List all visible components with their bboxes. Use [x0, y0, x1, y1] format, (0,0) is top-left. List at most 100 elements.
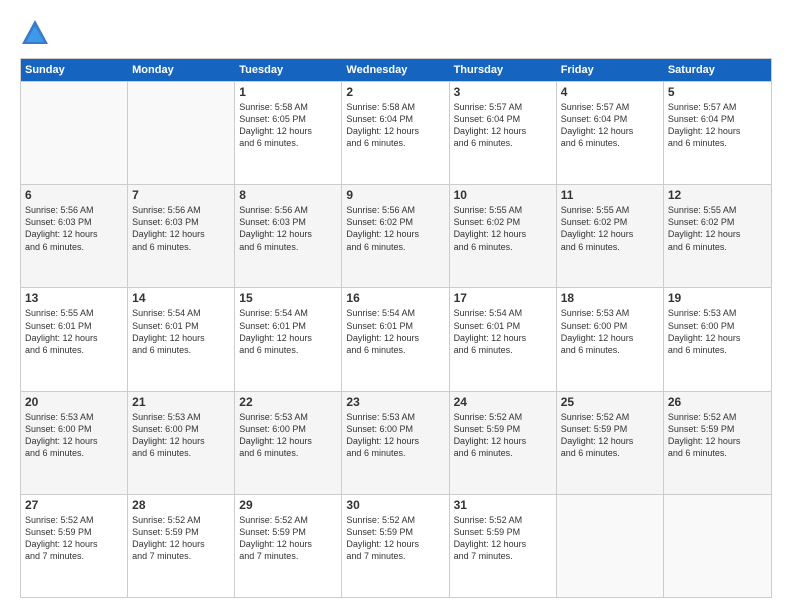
calendar-cell-day-12: 12 Sunrise: 5:55 AM Sunset: 6:02 PM Dayli…	[664, 185, 771, 287]
cell-info: Sunrise: 5:56 AM Sunset: 6:03 PM Dayligh…	[25, 204, 123, 253]
calendar-cell-day-31: 31 Sunrise: 5:52 AM Sunset: 5:59 PM Dayli…	[450, 495, 557, 597]
calendar-cell-empty	[128, 82, 235, 184]
calendar-cell-empty	[557, 495, 664, 597]
cell-day-number: 3	[454, 85, 552, 99]
cell-info: Sunrise: 5:57 AM Sunset: 6:04 PM Dayligh…	[561, 101, 659, 150]
calendar-cell-day-24: 24 Sunrise: 5:52 AM Sunset: 5:59 PM Dayli…	[450, 392, 557, 494]
calendar-cell-day-30: 30 Sunrise: 5:52 AM Sunset: 5:59 PM Dayli…	[342, 495, 449, 597]
cell-info: Sunrise: 5:54 AM Sunset: 6:01 PM Dayligh…	[132, 307, 230, 356]
cell-day-number: 28	[132, 498, 230, 512]
cell-day-number: 10	[454, 188, 552, 202]
cell-info: Sunrise: 5:52 AM Sunset: 5:59 PM Dayligh…	[239, 514, 337, 563]
cell-info: Sunrise: 5:53 AM Sunset: 6:00 PM Dayligh…	[25, 411, 123, 460]
header	[20, 18, 772, 48]
calendar-cell-day-22: 22Sunrise: 5:53 AM Sunset: 6:00 PM Dayli…	[235, 392, 342, 494]
logo-icon	[20, 18, 50, 48]
cell-day-number: 24	[454, 395, 552, 409]
cell-day-number: 21	[132, 395, 230, 409]
cell-day-number: 7	[132, 188, 230, 202]
calendar-cell-day-20: 20 Sunrise: 5:53 AM Sunset: 6:00 PM Dayli…	[21, 392, 128, 494]
cell-day-number: 9	[346, 188, 444, 202]
cell-info: Sunrise: 5:55 AM Sunset: 6:01 PM Dayligh…	[25, 307, 123, 356]
page: SundayMondayTuesdayWednesdayThursdayFrid…	[0, 0, 792, 612]
calendar-cell-day-27: 27Sunrise: 5:52 AM Sunset: 5:59 PM Dayli…	[21, 495, 128, 597]
cell-day-number: 30	[346, 498, 444, 512]
header-day-monday: Monday	[128, 59, 235, 81]
cell-info: Sunrise: 5:57 AM Sunset: 6:04 PM Dayligh…	[454, 101, 552, 150]
header-day-wednesday: Wednesday	[342, 59, 449, 81]
cell-info: Sunrise: 5:58 AM Sunset: 6:05 PM Dayligh…	[239, 101, 337, 150]
calendar-cell-day-26: 26Sunrise: 5:52 AM Sunset: 5:59 PM Dayli…	[664, 392, 771, 494]
cell-day-number: 19	[668, 291, 767, 305]
cell-day-number: 2	[346, 85, 444, 99]
cell-day-number: 13	[25, 291, 123, 305]
cell-info: Sunrise: 5:53 AM Sunset: 6:00 PM Dayligh…	[346, 411, 444, 460]
cell-info: Sunrise: 5:52 AM Sunset: 5:59 PM Dayligh…	[132, 514, 230, 563]
calendar-cell-day-3: 3 Sunrise: 5:57 AM Sunset: 6:04 PM Daylig…	[450, 82, 557, 184]
cell-info: Sunrise: 5:55 AM Sunset: 6:02 PM Dayligh…	[668, 204, 767, 253]
cell-day-number: 16	[346, 291, 444, 305]
cell-day-number: 31	[454, 498, 552, 512]
cell-info: Sunrise: 5:52 AM Sunset: 5:59 PM Dayligh…	[346, 514, 444, 563]
cell-day-number: 29	[239, 498, 337, 512]
cell-day-number: 8	[239, 188, 337, 202]
calendar-cell-day-28: 28 Sunrise: 5:52 AM Sunset: 5:59 PM Dayli…	[128, 495, 235, 597]
cell-info: Sunrise: 5:55 AM Sunset: 6:02 PM Dayligh…	[561, 204, 659, 253]
calendar-row-3: 13 Sunrise: 5:55 AM Sunset: 6:01 PM Dayli…	[21, 287, 771, 390]
logo	[20, 18, 54, 48]
calendar-cell-day-8: 8 Sunrise: 5:56 AM Sunset: 6:03 PM Daylig…	[235, 185, 342, 287]
header-day-thursday: Thursday	[450, 59, 557, 81]
cell-info: Sunrise: 5:56 AM Sunset: 6:03 PM Dayligh…	[132, 204, 230, 253]
calendar-cell-day-11: 11Sunrise: 5:55 AM Sunset: 6:02 PM Dayli…	[557, 185, 664, 287]
cell-info: Sunrise: 5:55 AM Sunset: 6:02 PM Dayligh…	[454, 204, 552, 253]
cell-day-number: 4	[561, 85, 659, 99]
calendar-cell-empty	[21, 82, 128, 184]
cell-day-number: 26	[668, 395, 767, 409]
cell-day-number: 20	[25, 395, 123, 409]
cell-info: Sunrise: 5:56 AM Sunset: 6:02 PM Dayligh…	[346, 204, 444, 253]
header-day-tuesday: Tuesday	[235, 59, 342, 81]
cell-info: Sunrise: 5:53 AM Sunset: 6:00 PM Dayligh…	[132, 411, 230, 460]
calendar-cell-day-7: 7 Sunrise: 5:56 AM Sunset: 6:03 PM Daylig…	[128, 185, 235, 287]
cell-info: Sunrise: 5:54 AM Sunset: 6:01 PM Dayligh…	[346, 307, 444, 356]
calendar-cell-day-16: 16 Sunrise: 5:54 AM Sunset: 6:01 PM Dayli…	[342, 288, 449, 390]
calendar-cell-day-1: 1 Sunrise: 5:58 AM Sunset: 6:05 PM Daylig…	[235, 82, 342, 184]
calendar-cell-day-4: 4 Sunrise: 5:57 AM Sunset: 6:04 PM Daylig…	[557, 82, 664, 184]
cell-info: Sunrise: 5:52 AM Sunset: 5:59 PM Dayligh…	[561, 411, 659, 460]
calendar-cell-day-25: 25 Sunrise: 5:52 AM Sunset: 5:59 PM Dayli…	[557, 392, 664, 494]
cell-info: Sunrise: 5:52 AM Sunset: 5:59 PM Dayligh…	[454, 514, 552, 563]
cell-info: Sunrise: 5:54 AM Sunset: 6:01 PM Dayligh…	[454, 307, 552, 356]
cell-day-number: 25	[561, 395, 659, 409]
calendar-cell-day-6: 6 Sunrise: 5:56 AM Sunset: 6:03 PM Daylig…	[21, 185, 128, 287]
calendar-cell-day-17: 17Sunrise: 5:54 AM Sunset: 6:01 PM Dayli…	[450, 288, 557, 390]
header-day-friday: Friday	[557, 59, 664, 81]
cell-day-number: 1	[239, 85, 337, 99]
calendar-row-2: 6 Sunrise: 5:56 AM Sunset: 6:03 PM Daylig…	[21, 184, 771, 287]
cell-day-number: 23	[346, 395, 444, 409]
calendar-cell-empty	[664, 495, 771, 597]
calendar-cell-day-10: 10 Sunrise: 5:55 AM Sunset: 6:02 PM Dayli…	[450, 185, 557, 287]
cell-info: Sunrise: 5:56 AM Sunset: 6:03 PM Dayligh…	[239, 204, 337, 253]
calendar-cell-day-21: 21 Sunrise: 5:53 AM Sunset: 6:00 PM Dayli…	[128, 392, 235, 494]
header-day-sunday: Sunday	[21, 59, 128, 81]
cell-day-number: 12	[668, 188, 767, 202]
cell-day-number: 22	[239, 395, 337, 409]
calendar-cell-day-19: 19 Sunrise: 5:53 AM Sunset: 6:00 PM Dayli…	[664, 288, 771, 390]
header-day-saturday: Saturday	[664, 59, 771, 81]
calendar-row-5: 27 Sunrise: 5:52 AM Sunset: 5:59 PM Dayli…	[21, 494, 771, 597]
cell-info: Sunrise: 5:53 AM Sunset: 6:00 PM Dayligh…	[561, 307, 659, 356]
calendar: SundayMondayTuesdayWednesdayThursdayFrid…	[20, 58, 772, 598]
calendar-cell-day-18: 18Sunrise: 5:53 AM Sunset: 6:00 PM Dayli…	[557, 288, 664, 390]
cell-day-number: 5	[668, 85, 767, 99]
calendar-cell-day-13: 13 Sunrise: 5:55 AM Sunset: 6:01 PM Dayli…	[21, 288, 128, 390]
cell-info: Sunrise: 5:52 AM Sunset: 5:59 PM Dayligh…	[454, 411, 552, 460]
cell-info: Sunrise: 5:57 AM Sunset: 6:04 PM Dayligh…	[668, 101, 767, 150]
calendar-cell-day-29: 29 Sunrise: 5:52 AM Sunset: 5:59 PM Dayli…	[235, 495, 342, 597]
cell-day-number: 27	[25, 498, 123, 512]
cell-info: Sunrise: 5:58 AM Sunset: 6:04 PM Dayligh…	[346, 101, 444, 150]
cell-day-number: 6	[25, 188, 123, 202]
calendar-cell-day-15: 15Sunrise: 5:54 AM Sunset: 6:01 PM Dayli…	[235, 288, 342, 390]
cell-day-number: 15	[239, 291, 337, 305]
calendar-row-1: 1 Sunrise: 5:58 AM Sunset: 6:05 PM Daylig…	[21, 81, 771, 184]
cell-info: Sunrise: 5:53 AM Sunset: 6:00 PM Dayligh…	[668, 307, 767, 356]
